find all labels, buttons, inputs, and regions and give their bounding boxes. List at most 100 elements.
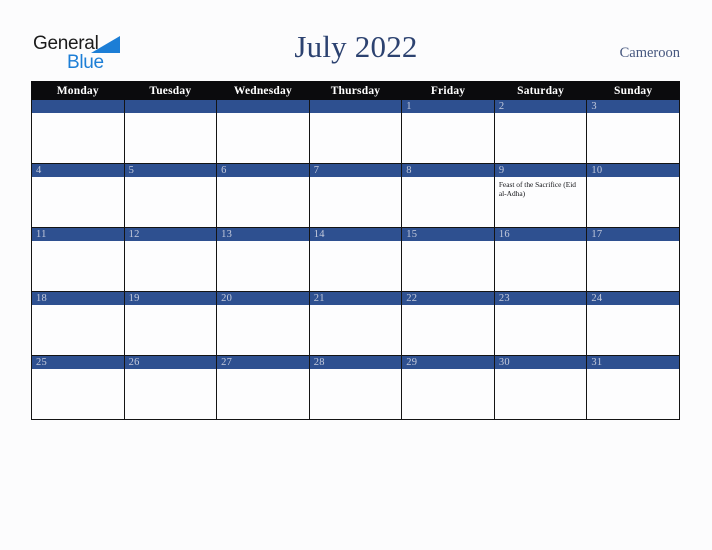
calendar-day-cell[interactable]: 31 xyxy=(586,355,680,420)
calendar-day-cell[interactable]: 29 xyxy=(401,355,495,420)
calendar-day-cell[interactable]: 4 xyxy=(31,163,125,228)
day-cell-content: 26 xyxy=(124,356,217,419)
day-number: 28 xyxy=(309,356,402,369)
day-events xyxy=(125,241,217,244)
calendar-day-cell[interactable]: 15 xyxy=(401,227,495,292)
calendar-day-cell[interactable]: 30 xyxy=(493,355,588,420)
day-number: 30 xyxy=(494,356,587,369)
calendar-day-cell[interactable]: 1 xyxy=(401,99,495,164)
weekday-header-tuesday: Tuesday xyxy=(123,81,218,100)
day-number: 24 xyxy=(587,292,679,305)
weekday-header-wednesday: Wednesday xyxy=(216,81,310,100)
day-number: 19 xyxy=(124,292,217,305)
calendar-day-cell[interactable]: 12 xyxy=(123,227,218,292)
calendar-week-row: 11 12 13 14 15 16 17 xyxy=(31,227,680,292)
calendar-day-cell[interactable]: 11 xyxy=(31,227,125,292)
calendar-day-cell[interactable]: 10 xyxy=(586,163,680,228)
calendar-day-cell[interactable]: 19 xyxy=(123,291,218,356)
day-cell-content: 27 xyxy=(217,356,309,419)
calendar-day-cell[interactable]: 25 xyxy=(31,355,125,420)
day-events xyxy=(495,305,587,308)
day-events xyxy=(402,369,494,372)
day-number: 20 xyxy=(217,292,309,305)
day-number: 4 xyxy=(32,164,124,177)
day-number: 21 xyxy=(309,292,402,305)
day-number: 13 xyxy=(217,228,309,241)
day-events xyxy=(217,177,309,180)
day-number: 15 xyxy=(402,228,494,241)
calendar-day-cell[interactable]: 16 xyxy=(493,227,588,292)
day-number xyxy=(309,100,402,113)
calendar-day-cell[interactable]: 7 xyxy=(308,163,403,228)
calendar-page: General Blue July 2022 Cameroon Monday T… xyxy=(0,0,712,550)
calendar-day-cell[interactable]: 3 xyxy=(586,99,680,164)
calendar-day-cell[interactable]: 14 xyxy=(308,227,403,292)
calendar-day-cell[interactable]: 27 xyxy=(216,355,310,420)
day-cell-content: 9 Feast of the Sacrifice (Eid al-Adha) xyxy=(494,164,587,227)
calendar-day-cell[interactable]: 22 xyxy=(401,291,495,356)
day-events xyxy=(310,369,402,372)
day-events xyxy=(310,113,402,116)
day-cell-content: 30 xyxy=(494,356,587,419)
calendar-day-cell[interactable]: 6 xyxy=(216,163,310,228)
day-events xyxy=(402,305,494,308)
calendar-day-cell[interactable]: 18 xyxy=(31,291,125,356)
calendar-day-cell[interactable]: 20 xyxy=(216,291,310,356)
day-cell-content: 29 xyxy=(402,356,494,419)
weekday-header-row: Monday Tuesday Wednesday Thursday Friday… xyxy=(31,81,680,100)
calendar-day-cell[interactable]: 28 xyxy=(308,355,403,420)
calendar-day-cell[interactable]: 26 xyxy=(123,355,218,420)
calendar-day-cell[interactable] xyxy=(308,99,403,164)
day-events xyxy=(32,305,124,308)
day-number: 3 xyxy=(587,100,679,113)
calendar-day-cell[interactable] xyxy=(123,99,218,164)
day-cell-content: 20 xyxy=(217,292,309,355)
weekday-header-thursday: Thursday xyxy=(308,81,403,100)
calendar-day-cell[interactable] xyxy=(31,99,125,164)
day-number xyxy=(124,100,217,113)
day-events xyxy=(495,241,587,244)
weekday-header-sunday: Sunday xyxy=(586,81,680,100)
day-number: 23 xyxy=(494,292,587,305)
calendar-day-cell[interactable]: 9 Feast of the Sacrifice (Eid al-Adha) xyxy=(493,163,588,228)
day-events xyxy=(217,113,309,116)
calendar-day-cell[interactable]: 8 xyxy=(401,163,495,228)
day-number: 31 xyxy=(587,356,679,369)
day-events xyxy=(32,113,124,116)
day-events xyxy=(217,241,309,244)
calendar-day-cell[interactable]: 5 xyxy=(123,163,218,228)
day-number: 2 xyxy=(494,100,587,113)
weekday-header-saturday: Saturday xyxy=(493,81,588,100)
page-header: General Blue July 2022 Cameroon xyxy=(0,0,712,78)
day-events xyxy=(587,241,679,244)
day-cell-content: 7 xyxy=(309,164,402,227)
day-cell-content: 22 xyxy=(402,292,494,355)
day-events xyxy=(402,113,494,116)
day-number xyxy=(217,100,309,113)
day-cell-content: 1 xyxy=(402,100,494,163)
calendar-week-row: 18 19 20 21 22 23 24 xyxy=(31,291,680,356)
weekday-header-monday: Monday xyxy=(31,81,125,100)
day-events xyxy=(125,305,217,308)
calendar-day-cell[interactable]: 2 xyxy=(493,99,588,164)
day-cell-content xyxy=(217,100,309,163)
day-cell-content xyxy=(309,100,402,163)
calendar-day-cell[interactable]: 23 xyxy=(493,291,588,356)
calendar-day-cell[interactable]: 21 xyxy=(308,291,403,356)
calendar-day-cell[interactable] xyxy=(216,99,310,164)
calendar-day-cell[interactable]: 24 xyxy=(586,291,680,356)
day-number: 16 xyxy=(494,228,587,241)
day-cell-content: 18 xyxy=(32,292,124,355)
calendar-day-cell[interactable]: 13 xyxy=(216,227,310,292)
day-cell-content: 4 xyxy=(32,164,124,227)
day-cell-content: 10 xyxy=(587,164,679,227)
page-title: July 2022 xyxy=(294,29,418,64)
day-cell-content: 2 xyxy=(494,100,587,163)
calendar-day-cell[interactable]: 17 xyxy=(586,227,680,292)
day-events xyxy=(310,305,402,308)
calendar-week-row: 4 5 6 7 8 9 Feast of the Sacrifice (Eid al-Adh… xyxy=(31,163,680,228)
day-number: 12 xyxy=(124,228,217,241)
day-cell-content: 5 xyxy=(124,164,217,227)
day-events xyxy=(217,305,309,308)
day-number: 14 xyxy=(309,228,402,241)
